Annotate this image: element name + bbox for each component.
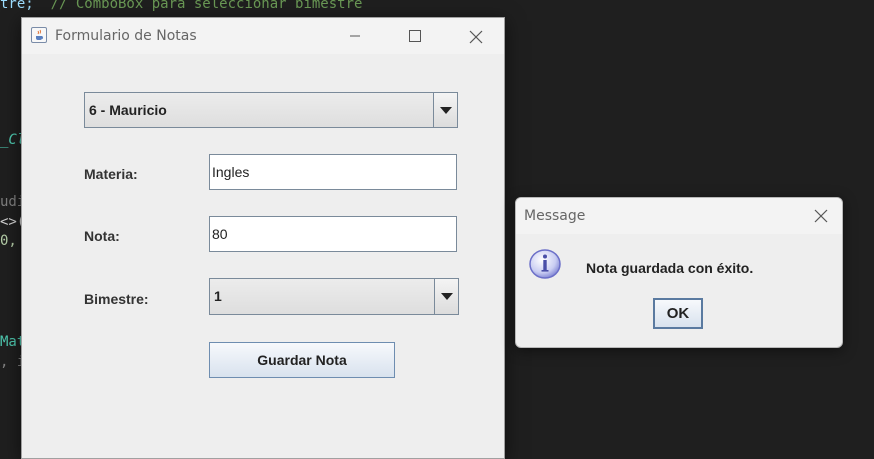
- materia-label: Materia:: [84, 166, 138, 182]
- close-icon: [469, 30, 483, 44]
- materia-field[interactable]: [209, 154, 457, 190]
- java-icon: [31, 27, 47, 43]
- save-grade-button[interactable]: Guardar Nota: [209, 342, 395, 378]
- student-combobox-value: 6 - Mauricio: [89, 102, 167, 118]
- bimestre-combobox-arrow[interactable]: [434, 279, 458, 314]
- info-icon: [529, 249, 561, 279]
- minimize-button[interactable]: [332, 18, 378, 54]
- message-text: Nota guardada con éxito.: [586, 260, 754, 276]
- student-combobox[interactable]: 6 - Mauricio: [84, 92, 458, 128]
- form-titlebar[interactable]: Formulario de Notas: [22, 18, 504, 54]
- bimestre-label: Bimestre:: [84, 291, 149, 307]
- bimestre-combobox[interactable]: 1: [209, 278, 459, 315]
- chevron-down-icon: [440, 107, 452, 114]
- window-title: Formulario de Notas: [55, 28, 197, 44]
- bimestre-combobox-value: 1: [214, 288, 222, 304]
- student-combobox-arrow[interactable]: [433, 93, 457, 127]
- form-window: Formulario de Notas 6 - Mauricio Materia…: [21, 17, 505, 459]
- message-close-button[interactable]: [800, 198, 842, 234]
- nota-field[interactable]: [209, 216, 457, 252]
- chevron-down-icon: [441, 293, 453, 300]
- code-line-1: tre; // ComboBox para seleccionar bimest…: [0, 0, 362, 12]
- maximize-icon: [409, 30, 421, 42]
- nota-label: Nota:: [84, 228, 120, 244]
- message-dialog: Message Nota guardada con éxito. OK: [515, 197, 843, 348]
- ok-button[interactable]: OK: [653, 298, 703, 329]
- message-titlebar[interactable]: Message: [516, 198, 842, 234]
- message-title: Message: [524, 208, 586, 224]
- minimize-icon: [350, 35, 360, 37]
- code-line-zero: 0,: [0, 233, 17, 249]
- code-line-1-comment: // ComboBox para seleccionar bimestre: [50, 0, 363, 12]
- maximize-button[interactable]: [392, 18, 438, 54]
- code-line-1-code: tre;: [0, 0, 34, 12]
- close-icon: [814, 209, 828, 223]
- close-button[interactable]: [452, 18, 498, 54]
